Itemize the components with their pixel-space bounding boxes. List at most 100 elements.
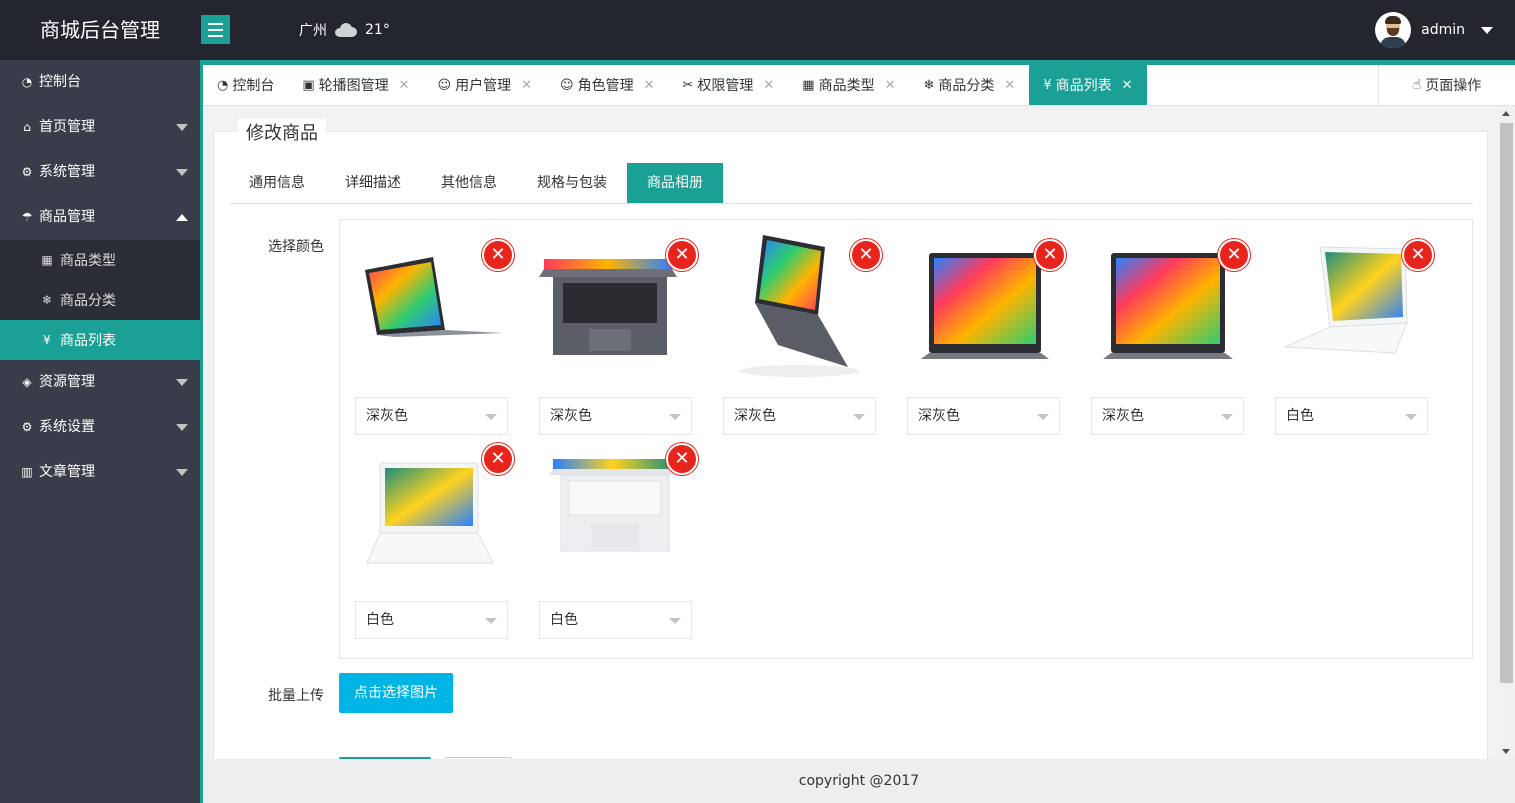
page-operations-button[interactable]: ☝ 页面操作 [1378,65,1515,105]
tab-users[interactable]: ☺ 用户管理 ✕ [424,65,546,105]
user-icon: ☺ [560,77,574,93]
sidebar-subnav: ▦ 商品类型 ❄ 商品分类 ¥ 商品列表 [0,240,200,360]
color-select-value: 深灰色 [1102,408,1144,424]
color-select-value: 白色 [550,612,578,628]
sidebar-item-dashboard[interactable]: ◔ 控制台 [0,60,200,105]
page-title: 修改商品 [238,119,326,145]
delete-image-button[interactable]: ✕ [666,443,698,475]
umbrella-icon: ☂ [21,210,33,224]
sidebar-item-home[interactable]: ⌂ 首页管理 [0,105,200,150]
delete-image-button[interactable]: ✕ [1402,239,1434,271]
sidebar-subitem-label: 商品分类 [60,293,116,309]
close-icon[interactable]: ✕ [1122,78,1133,93]
chevron-down-icon [176,124,188,131]
sidebar-subitem-product-list[interactable]: ¥ 商品列表 [0,320,200,360]
gallery-item: ✕ 白色 [355,439,514,639]
gallery-item: ✕ 深灰色 [907,235,1066,435]
color-select[interactable]: 白色 [1275,397,1428,435]
sidebar-item-system[interactable]: ⚙ 系统管理 [0,150,200,195]
tab-roles[interactable]: ☺ 角色管理 ✕ [546,65,668,105]
color-select[interactable]: 深灰色 [539,397,692,435]
scroll-up-arrow[interactable] [1502,111,1510,116]
gallery-item: ✕ 白色 [539,439,698,639]
menu-toggle-button[interactable] [201,15,230,44]
dashboard-icon: ◔ [217,77,229,93]
product-image: ✕ [723,235,882,380]
chevron-down-icon [176,469,188,476]
chevron-down-icon [1037,414,1049,420]
chevron-down-icon [1481,26,1493,34]
dashboard-icon: ◔ [21,75,33,89]
close-icon[interactable]: ✕ [763,78,774,93]
product-image: ✕ [539,439,698,584]
select-images-button[interactable]: 点击选择图片 [339,673,453,713]
users-icon: ☺ [437,77,452,93]
upload-label: 批量上传 [268,688,324,704]
tab-label: 轮播图管理 [318,78,389,94]
delete-image-button[interactable]: ✕ [482,443,514,475]
color-select-value: 深灰色 [734,408,776,424]
tab-label: 控制台 [232,78,275,94]
form-tab-specs[interactable]: 规格与包装 [517,163,627,203]
color-select[interactable]: 深灰色 [355,397,508,435]
tab-product-list[interactable]: ¥ 商品列表 ✕ [1029,65,1147,105]
scroll-down-arrow[interactable] [1502,749,1510,754]
tab-permissions[interactable]: ✂ 权限管理 ✕ [668,65,788,105]
chevron-down-icon [485,414,497,420]
color-select[interactable]: 深灰色 [1091,397,1244,435]
tab-carousel[interactable]: ▣ 轮播图管理 ✕ [288,65,423,105]
hand-pointer-icon: ☝ [1412,77,1422,93]
user-menu[interactable]: admin [1375,0,1493,60]
tab-dashboard[interactable]: ◔ 控制台 [203,65,288,105]
sidebar-subitem-product-categories[interactable]: ❄ 商品分类 [0,280,200,320]
sidebar-item-articles[interactable]: ▥ 文章管理 [0,450,200,495]
color-select[interactable]: 白色 [539,601,692,639]
gear-icon: ⚙ [21,165,33,179]
scrollbar-thumb[interactable] [1500,123,1513,683]
brand-title: 商城后台管理 [40,18,160,42]
chevron-down-icon [176,424,188,431]
tools-icon: ✂ [682,77,694,93]
sidebar-subitem-product-types[interactable]: ▦ 商品类型 [0,240,200,280]
sidebar-item-products[interactable]: ☂ 商品管理 [0,195,200,240]
sidebar-item-label: 文章管理 [39,464,95,480]
sidebar-subitem-label: 商品列表 [60,333,116,349]
product-image: ✕ [355,235,514,380]
delete-image-button[interactable]: ✕ [1218,239,1250,271]
sidebar-item-resources[interactable]: ◈ 资源管理 [0,360,200,405]
gallery-item: ✕ 深灰色 [1091,235,1250,435]
form-tab-description[interactable]: 详细描述 [325,163,421,203]
color-select-value: 白色 [1286,408,1314,424]
delete-image-button[interactable]: ✕ [482,239,514,271]
sidebar-item-label: 商品管理 [39,209,95,225]
form-tab-gallery[interactable]: 商品相册 [627,163,723,203]
sidebar-item-settings[interactable]: ⚙ 系统设置 [0,405,200,450]
tab-label: 商品列表 [1055,78,1112,94]
sidebar-item-label: 首页管理 [39,119,95,135]
close-icon[interactable]: ✕ [521,78,532,93]
close-icon[interactable]: ✕ [885,78,896,93]
color-select[interactable]: 深灰色 [907,397,1060,435]
form-tab-general[interactable]: 通用信息 [229,163,325,203]
delete-image-button[interactable]: ✕ [666,239,698,271]
form-tab-other[interactable]: 其他信息 [421,163,517,203]
delete-image-button[interactable]: ✕ [1034,239,1066,271]
tab-product-types[interactable]: ▦ 商品类型 ✕ [788,65,909,105]
image-icon: ▣ [302,77,315,93]
product-image: ✕ [355,439,514,584]
delete-image-button[interactable]: ✕ [850,239,882,271]
color-select-value: 深灰色 [918,408,960,424]
close-icon[interactable]: ✕ [644,78,655,93]
tab-product-categories[interactable]: ❄ 商品分类 ✕ [910,65,1030,105]
color-select[interactable]: 白色 [355,601,508,639]
close-icon[interactable]: ✕ [399,78,410,93]
form-tabs: 通用信息 详细描述 其他信息 规格与包装 商品相册 [229,163,1473,204]
grid-icon: ▦ [41,253,53,267]
scrollbar[interactable] [1498,106,1515,759]
chevron-down-icon [669,618,681,624]
page-operations-label: 页面操作 [1425,78,1482,94]
sidebar-item-label: 系统管理 [39,164,95,180]
product-image: ✕ [539,235,698,380]
close-icon[interactable]: ✕ [1004,78,1015,93]
color-select[interactable]: 深灰色 [723,397,876,435]
